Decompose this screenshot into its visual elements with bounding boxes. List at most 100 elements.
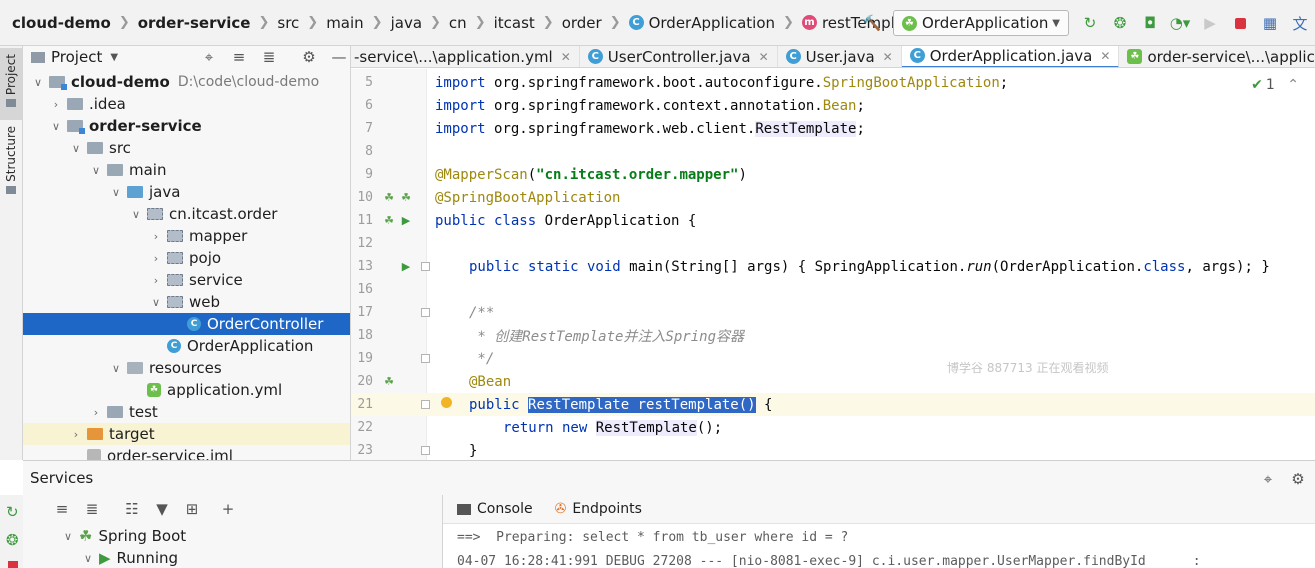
tab-console[interactable]: Console xyxy=(457,501,533,517)
crumb-class[interactable]: C OrderApplication xyxy=(628,14,775,32)
close-icon[interactable]: ✕ xyxy=(1100,49,1110,63)
new-tab-icon[interactable]: ⊞ xyxy=(181,498,203,520)
tree-item-web[interactable]: ∨ web xyxy=(23,291,350,313)
lightbulb-icon[interactable] xyxy=(441,397,453,411)
chevron-right-icon[interactable]: › xyxy=(89,406,103,419)
tree-item-mapper[interactable]: › mapper xyxy=(23,225,350,247)
fold-icon[interactable] xyxy=(421,308,430,317)
project-structure-icon[interactable]: ▦ xyxy=(1259,12,1281,34)
tool-tab-structure[interactable]: Structure xyxy=(0,126,22,194)
gear-icon[interactable]: ⚙ xyxy=(298,48,320,66)
crumb-java[interactable]: java xyxy=(391,14,422,32)
crumb-main[interactable]: main xyxy=(326,14,363,32)
crumb-src[interactable]: src xyxy=(277,14,299,32)
tool-tab-project[interactable]: Project xyxy=(0,48,22,120)
tree-item-order-controller[interactable]: C OrderController xyxy=(23,313,350,335)
coverage-icon[interactable]: ◘ xyxy=(1139,12,1161,34)
tab-endpoints[interactable]: ✇ Endpoints xyxy=(555,501,642,517)
tab-order-application[interactable]: C OrderApplication.java ✕ xyxy=(901,46,1120,67)
fold-icon[interactable] xyxy=(421,400,430,409)
chevron-right-icon[interactable]: › xyxy=(149,274,163,287)
code-editor[interactable]: ✔ 1 ⌃ 博学谷 887713 正在观看视频 5 import org.spri… xyxy=(351,69,1315,460)
close-icon[interactable]: ✕ xyxy=(561,50,571,64)
resume-icon[interactable]: ▶ xyxy=(1199,12,1221,34)
chevron-right-icon[interactable]: › xyxy=(49,98,63,111)
tree-item-idea[interactable]: › .idea xyxy=(23,93,350,115)
chevron-right-icon[interactable]: › xyxy=(69,428,83,441)
tree-item-running[interactable]: ∨ ▶ Running xyxy=(55,547,443,568)
tree-item-order-service[interactable]: ∨ order-service xyxy=(23,115,350,137)
tree-item-iml[interactable]: order-service.iml xyxy=(23,445,350,460)
spring-gutter-icon[interactable]: ☘ xyxy=(381,213,397,229)
tree-item-src[interactable]: ∨ src xyxy=(23,137,350,159)
add-icon[interactable]: + xyxy=(217,498,239,520)
chevron-down-icon[interactable]: ∨ xyxy=(81,552,95,565)
run-gutter-icon[interactable]: ▶ xyxy=(398,259,414,275)
tree-item-package[interactable]: ∨ cn.itcast.order xyxy=(23,203,350,225)
rerun-icon[interactable]: ↻ xyxy=(1079,12,1101,34)
close-icon[interactable]: ✕ xyxy=(759,50,769,64)
crumb-order[interactable]: order xyxy=(562,14,602,32)
globe-icon[interactable]: ⌖ xyxy=(1257,468,1279,490)
close-icon[interactable]: ✕ xyxy=(883,50,893,64)
bean-gutter-icon[interactable]: ☘ xyxy=(381,190,397,206)
chevron-down-icon[interactable]: ∨ xyxy=(109,186,123,199)
tree-item-test[interactable]: › test xyxy=(23,401,350,423)
tab-user-controller[interactable]: C UserController.java ✕ xyxy=(580,46,778,67)
crumb-itcast[interactable]: itcast xyxy=(494,14,535,32)
tree-item-order-application[interactable]: C OrderApplication xyxy=(23,335,350,357)
tree-item-resources[interactable]: ∨ resources xyxy=(23,357,350,379)
stop-icon[interactable] xyxy=(8,561,18,568)
crumb-cn[interactable]: cn xyxy=(449,14,467,32)
profiler-icon[interactable]: ◔▾ xyxy=(1169,12,1191,34)
spring-gutter-icon[interactable]: ☘ xyxy=(398,190,414,206)
chevron-down-icon[interactable]: ∨ xyxy=(149,296,163,309)
gear-icon[interactable]: ⚙ xyxy=(1287,468,1309,490)
console-output[interactable]: ==> Preparing: select * from tb_user whe… xyxy=(443,523,1315,568)
stop-icon[interactable] xyxy=(1229,12,1251,34)
hammer-build-icon[interactable]: 🔨 xyxy=(861,12,883,34)
chevron-down-icon[interactable]: ∨ xyxy=(89,164,103,177)
chevron-down-icon[interactable]: ∨ xyxy=(109,362,123,375)
debug-icon[interactable]: ❂ xyxy=(1109,12,1131,34)
collapse-all-icon[interactable]: ≣ xyxy=(81,498,103,520)
hide-icon[interactable]: — xyxy=(328,48,350,66)
tab-user[interactable]: C User.java ✕ xyxy=(778,46,902,67)
chevron-right-icon[interactable]: › xyxy=(149,230,163,243)
tab-application-yml-1[interactable]: -service\...\application.yml ✕ xyxy=(351,46,580,67)
chevron-down-icon[interactable]: ∨ xyxy=(49,120,63,133)
chevron-down-icon[interactable]: ∨ xyxy=(61,530,75,543)
bean-gutter-icon[interactable]: ☘ xyxy=(381,374,397,390)
project-panel-title[interactable]: Project xyxy=(51,48,102,66)
tree-item-java[interactable]: ∨ java xyxy=(23,181,350,203)
chevron-down-icon[interactable]: ∨ xyxy=(69,142,83,155)
debug-icon[interactable]: ❂ xyxy=(6,531,19,549)
filter-icon[interactable]: ▼ xyxy=(151,498,173,520)
rerun-icon[interactable]: ↻ xyxy=(6,503,19,521)
tree-item-pojo[interactable]: › pojo xyxy=(23,247,350,269)
tree-item-main[interactable]: ∨ main xyxy=(23,159,350,181)
fold-icon[interactable] xyxy=(421,354,430,363)
run-gutter-icon[interactable]: ▶ xyxy=(398,213,414,229)
locate-icon[interactable]: ⌖ xyxy=(198,48,220,66)
chevron-down-icon[interactable]: ∨ xyxy=(31,76,45,89)
chevron-down-icon[interactable]: ∨ xyxy=(129,208,143,221)
tree-item-cloud-demo[interactable]: ∨ cloud-demo D:\code\cloud-demo xyxy=(23,71,350,93)
tree-item-application-yml[interactable]: ☘ application.yml xyxy=(23,379,350,401)
expand-all-icon[interactable]: ≡ xyxy=(228,48,250,66)
fold-icon[interactable] xyxy=(421,446,430,455)
collapse-all-icon[interactable]: ≣ xyxy=(258,48,280,66)
crumb-project[interactable]: cloud-demo xyxy=(12,14,111,32)
expand-all-icon[interactable]: ≡ xyxy=(51,498,73,520)
tree-item-spring-boot[interactable]: ∨ ☘ Spring Boot xyxy=(55,525,443,547)
crumb-module[interactable]: order-service xyxy=(138,14,251,32)
chevron-right-icon[interactable]: › xyxy=(149,252,163,265)
tab-application-yml-2[interactable]: ☘ order-service\...\application.yml ✕ xyxy=(1119,46,1315,67)
tree-item-service[interactable]: › service xyxy=(23,269,350,291)
run-configuration-select[interactable]: ☘ OrderApplication ▼ xyxy=(893,10,1069,36)
chevron-down-icon[interactable]: ▼ xyxy=(110,52,118,63)
tree-item-target[interactable]: › target xyxy=(23,423,350,445)
translate-icon[interactable]: 文 xyxy=(1289,12,1311,34)
fold-icon[interactable] xyxy=(421,262,430,271)
group-by-icon[interactable]: ☷ xyxy=(121,498,143,520)
